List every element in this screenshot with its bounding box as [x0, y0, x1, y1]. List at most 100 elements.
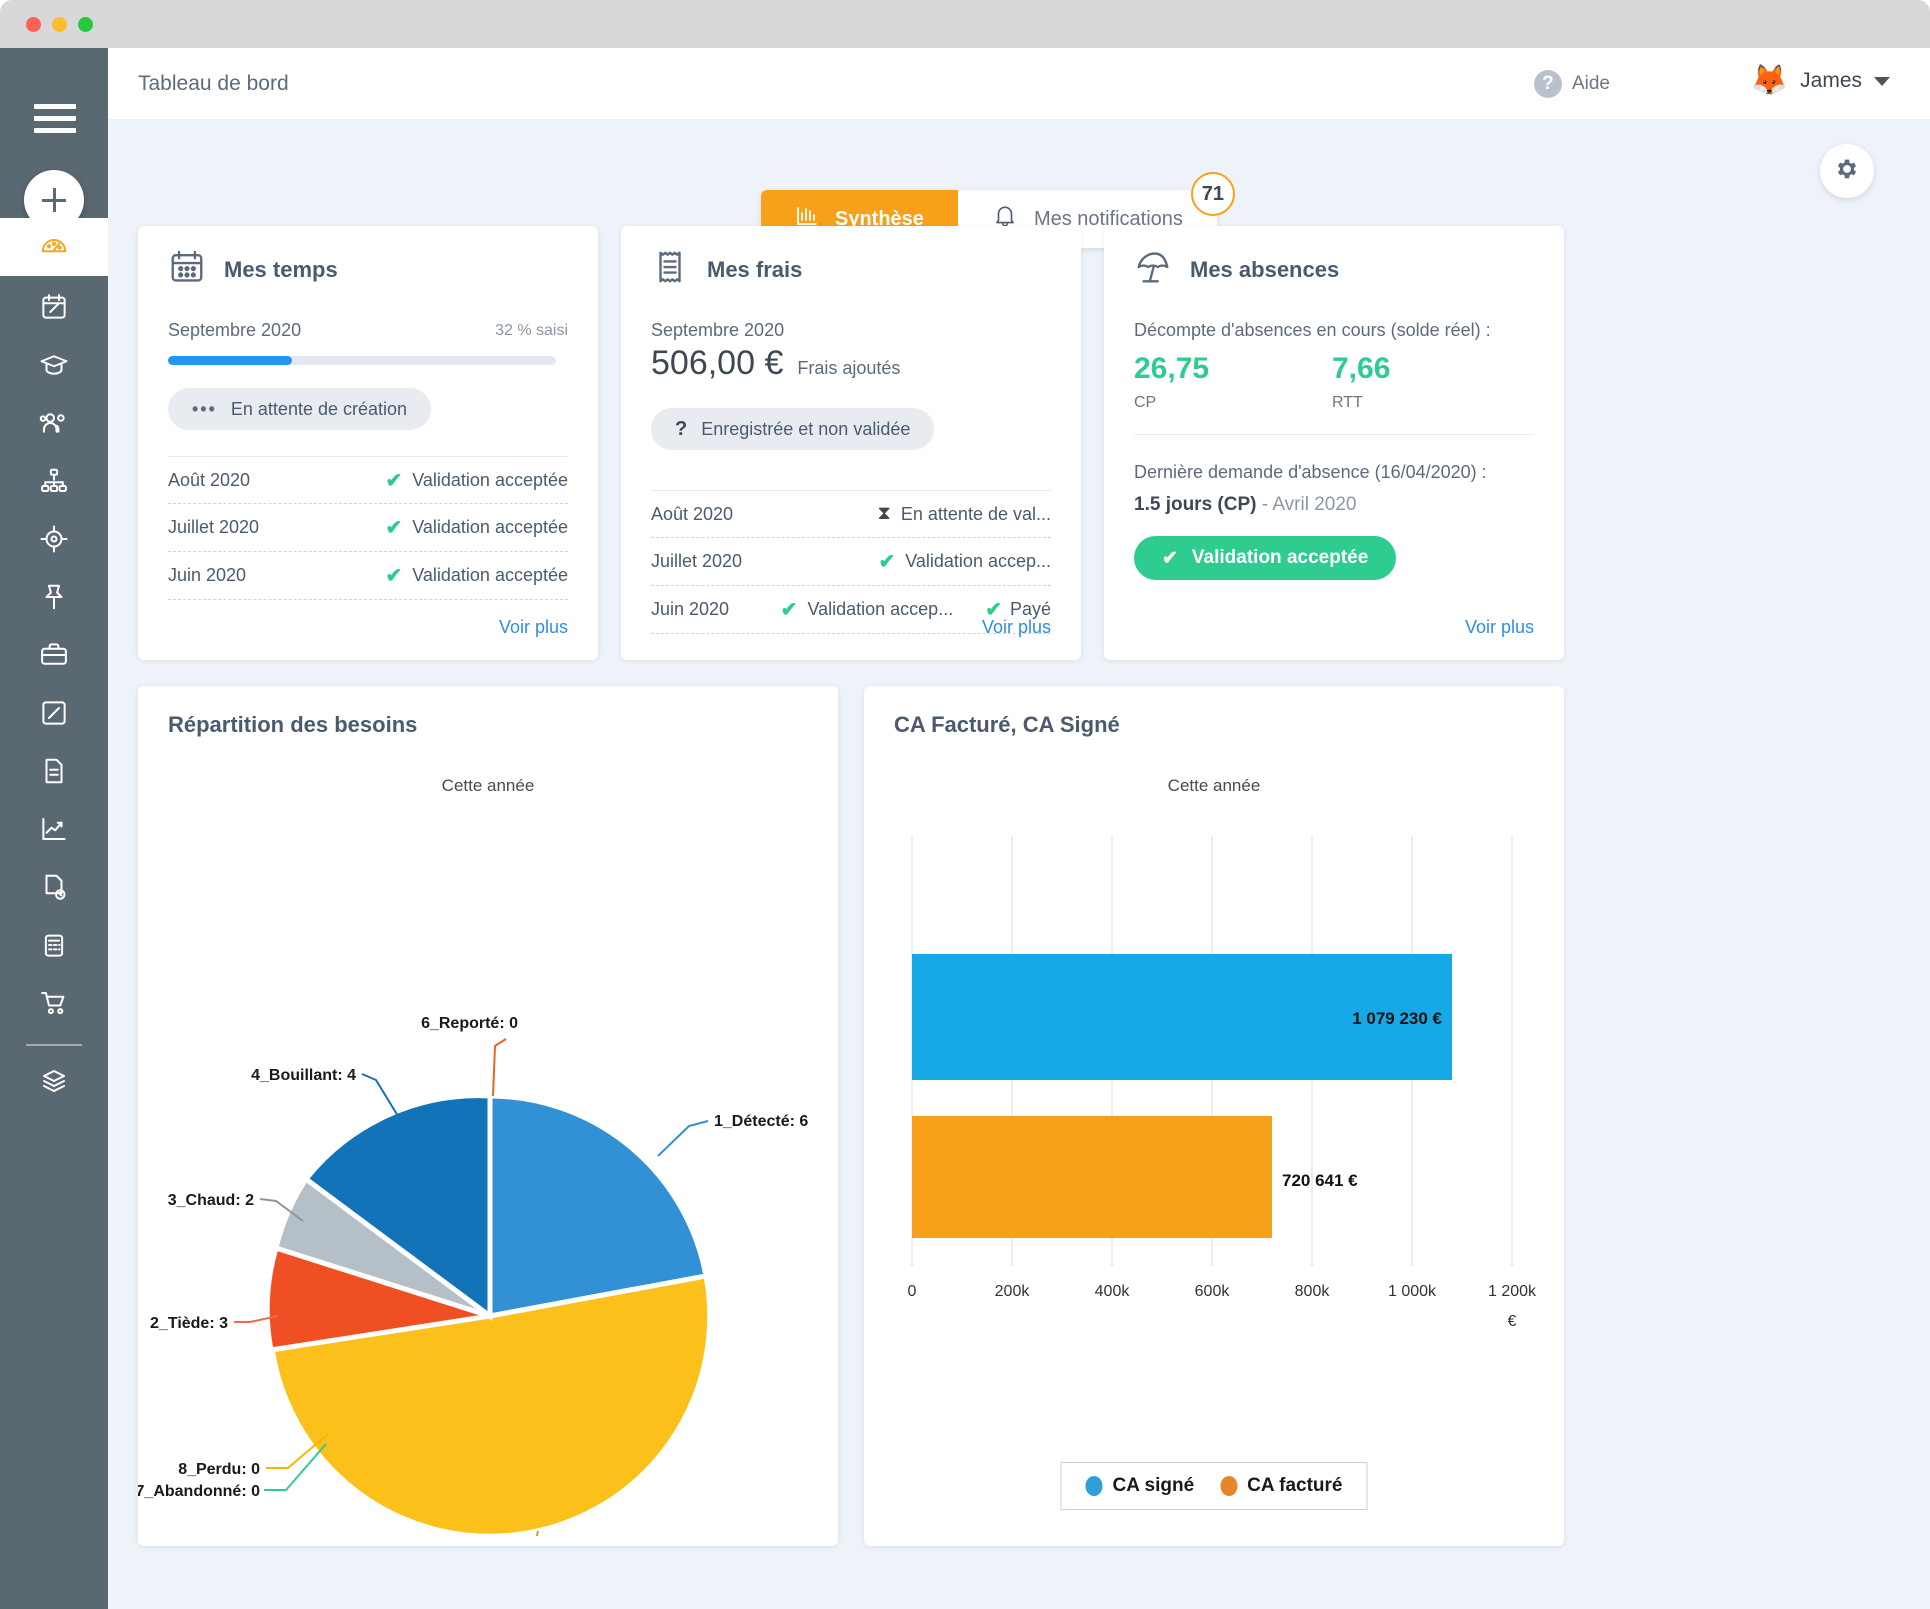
pin-icon — [39, 582, 69, 617]
row-status: ✔ Validation acceptée — [385, 468, 568, 493]
sidebar-item-accounting[interactable] — [0, 918, 108, 976]
pie-slices — [267, 1096, 709, 1536]
status-badge-label: Validation acceptée — [1192, 547, 1368, 569]
sidebar-item-dashboard[interactable] — [0, 218, 108, 276]
card-mes-temps: Mes temps Septembre 2020 32 % saisi ••• … — [138, 226, 598, 660]
xtick-1: 200k — [995, 1283, 1031, 1300]
voir-plus-link[interactable]: Voir plus — [1465, 617, 1534, 638]
notification-count-badge: 71 — [1191, 172, 1235, 216]
window-zoom-button[interactable] — [78, 17, 93, 32]
cart-icon — [39, 988, 69, 1023]
dashboard-settings-button[interactable] — [1820, 144, 1874, 198]
rtt-unit: RTT — [1332, 394, 1363, 412]
main-content: Synthèse Mes notifications 71 — [108, 120, 1930, 1609]
sidebar-item-notes[interactable] — [0, 686, 108, 744]
sidebar-item-invoices[interactable] — [0, 860, 108, 918]
bar-ca-facture[interactable] — [912, 1116, 1272, 1238]
sidebar-divider — [26, 1044, 82, 1046]
briefcase-icon — [39, 640, 69, 675]
pie-label-reporte: 6_Reporté: 0 — [421, 1015, 518, 1032]
x-axis-label: € — [1508, 1313, 1517, 1330]
row-period: Juillet 2020 — [651, 551, 742, 572]
row-status-label: Validation accep... — [905, 551, 1051, 572]
status-badge-label: Enregistrée et non validée — [701, 419, 910, 440]
user-menu[interactable]: 🦊 James — [1751, 66, 1890, 96]
calendar-edit-icon — [39, 292, 69, 327]
legend-color-swatch — [1085, 1476, 1102, 1496]
voir-plus-link[interactable]: Voir plus — [499, 617, 568, 638]
sidebar-item-projects[interactable] — [0, 628, 108, 686]
last-request-label: Dernière demande d'absence (16/04/2020) … — [1134, 462, 1487, 483]
row-status: ✔ Validation accep... — [878, 549, 1051, 574]
status-badge[interactable]: ✔ Validation acceptée — [1134, 536, 1396, 580]
sidebar-item-documents[interactable] — [0, 744, 108, 802]
xtick-6: 1 200k — [1488, 1283, 1537, 1300]
row-status-label: Validation accep... — [807, 599, 953, 620]
pie-label-bouillant: 4_Bouillant: 4 — [251, 1067, 356, 1084]
card-header: Mes frais — [651, 248, 802, 291]
help-label: Aide — [1572, 73, 1610, 95]
sidebar-item-settings[interactable] — [0, 1054, 108, 1112]
hamburger-menu-icon[interactable] — [34, 104, 76, 134]
table-row[interactable]: Juillet 2020 ✔ Validation accep... — [651, 538, 1051, 586]
question-icon: ? — [675, 418, 687, 441]
users-icon — [39, 408, 69, 443]
xtick-2: 400k — [1095, 1283, 1131, 1300]
chart-line-icon — [39, 814, 69, 849]
row-period: Août 2020 — [168, 470, 250, 491]
last-request-days: 1.5 jours (CP) — [1134, 494, 1256, 515]
sidebar-item-analytics[interactable] — [0, 802, 108, 860]
divider — [1134, 434, 1534, 435]
row-status-label: Validation acceptée — [412, 565, 568, 586]
window-minimize-button[interactable] — [52, 17, 67, 32]
card-title: Mes absences — [1190, 257, 1339, 283]
card-mes-frais: Mes frais Septembre 2020 506,00 € Frais … — [621, 226, 1081, 660]
table-row[interactable]: Août 2020 ✔ Validation acceptée — [168, 456, 568, 504]
sidebar-item-training[interactable] — [0, 338, 108, 396]
table-row[interactable]: Juillet 2020 ✔ Validation acceptée — [168, 504, 568, 552]
amount-row: 506,00 € Frais ajoutés — [651, 344, 900, 383]
document-clock-icon — [39, 872, 69, 907]
voir-plus-link[interactable]: Voir plus — [982, 617, 1051, 638]
chart-subtitle: Cette année — [864, 776, 1564, 796]
table-row[interactable]: Août 2020 ⧗ En attente de val... — [651, 490, 1051, 538]
xtick-5: 1 000k — [1388, 1283, 1437, 1300]
sidebar-item-org-chart[interactable] — [0, 454, 108, 512]
fox-avatar-icon: 🦊 — [1751, 66, 1788, 96]
row-period: Juin 2020 — [168, 565, 246, 586]
pie-label-chaud: 3_Chaud: 2 — [168, 1192, 254, 1209]
check-icon: ✔ — [385, 515, 402, 540]
sidebar-item-people[interactable] — [0, 396, 108, 454]
beach-umbrella-icon — [1134, 248, 1172, 291]
window-close-button[interactable] — [26, 17, 41, 32]
browser-window: Tableau de bord ? Aide 🦊 James Synthèse — [0, 0, 1930, 1609]
row-status: ✔ Validation acceptée — [385, 563, 568, 588]
row-period: Juillet 2020 — [168, 517, 259, 538]
bar-chart-svg: 1 079 230 € 720 641 € 0 200k 400k 600k 8… — [864, 796, 1564, 1536]
crosshair-icon — [39, 524, 69, 559]
sidebar-item-pins[interactable] — [0, 570, 108, 628]
pie-chart: 6_Reporté: 0 1_Détecté: 6 4_Bouillant: 4… — [138, 796, 838, 1536]
sidebar-item-timesheet[interactable] — [0, 280, 108, 338]
cp-unit: CP — [1134, 394, 1156, 412]
legend-item-ca-signe[interactable]: CA signé — [1085, 1475, 1194, 1497]
row-status-label: En attente de val... — [901, 504, 1051, 525]
help-link[interactable]: ? Aide — [1534, 70, 1610, 98]
card-title: Mes frais — [707, 257, 802, 283]
check-icon: ✔ — [781, 597, 798, 622]
legend-item-ca-facture[interactable]: CA facturé — [1220, 1475, 1342, 1497]
table-row[interactable]: Juin 2020 ✔ Validation acceptée — [168, 552, 568, 600]
cog-stack-icon — [39, 1066, 69, 1101]
progress-bar-fill — [168, 356, 292, 365]
card-mes-absences: Mes absences Décompte d'absences en cour… — [1104, 226, 1564, 660]
progress-bar — [168, 356, 556, 365]
sidebar-item-targets[interactable] — [0, 512, 108, 570]
sidebar-item-purchases[interactable] — [0, 976, 108, 1034]
last-request-period: - Avril 2020 — [1262, 494, 1357, 515]
card-ca-facture-signe: CA Facturé, CA Signé Cette année — [864, 686, 1564, 1546]
legend-color-swatch — [1220, 1476, 1237, 1496]
status-badge: ? Enregistrée et non validée — [651, 408, 934, 450]
check-icon: ✔ — [878, 549, 895, 574]
card-header: Mes absences — [1134, 248, 1339, 291]
bar-value-ca-facture: 720 641 € — [1282, 1171, 1358, 1190]
